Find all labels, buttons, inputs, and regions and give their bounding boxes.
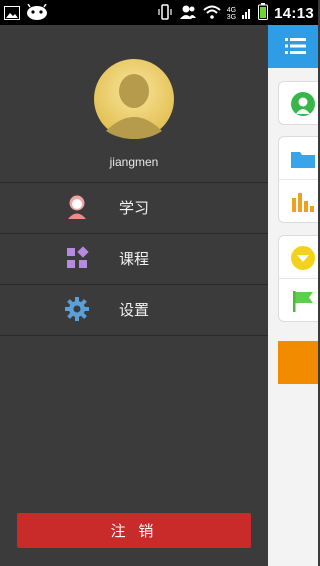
battery-icon	[258, 3, 269, 24]
folder-icon	[291, 147, 315, 171]
menu-item-label: 设置	[119, 301, 150, 319]
menu-list-icon[interactable]	[285, 37, 307, 59]
person-icon	[291, 92, 315, 116]
bar-chart-icon	[291, 190, 315, 214]
contacts-icon	[179, 4, 197, 24]
android-icon	[26, 3, 48, 24]
logout-button[interactable]: 注 销	[17, 513, 251, 548]
navigation-drawer: jiangmen 学习 课程 设置 注 销	[0, 25, 268, 566]
wifi-icon	[203, 4, 221, 23]
avatar[interactable]	[94, 59, 174, 139]
status-bar: 4G 3G 14:13	[0, 0, 318, 25]
username: jiangmen	[109, 155, 159, 169]
download-icon	[291, 246, 315, 270]
card-row[interactable]	[279, 236, 318, 279]
network-bottom-label: 3G	[226, 13, 237, 21]
vibrate-icon	[157, 3, 173, 24]
flag-icon	[291, 289, 315, 313]
accent-block[interactable]	[278, 341, 318, 384]
menu-item-label: 学习	[119, 199, 150, 217]
clock: 14:13	[274, 5, 314, 22]
card-resources	[278, 136, 318, 223]
gallery-icon	[4, 5, 20, 24]
menu-item-label: 课程	[119, 250, 150, 268]
card-profile	[278, 81, 318, 125]
card-row[interactable]	[279, 82, 318, 124]
courses-icon	[64, 245, 90, 271]
network-type: 4G 3G	[227, 7, 236, 21]
menu-item-settings[interactable]: 设置	[0, 285, 268, 336]
app-header	[268, 25, 318, 68]
network-top-label: 4G	[226, 6, 237, 14]
signal-icon	[242, 4, 252, 23]
main-content	[268, 25, 318, 566]
card-actions	[278, 235, 318, 322]
card-row[interactable]	[279, 180, 318, 222]
card-row[interactable]	[279, 137, 318, 180]
card-row[interactable]	[279, 279, 318, 321]
menu-item-courses[interactable]: 课程	[0, 234, 268, 285]
settings-icon	[64, 296, 90, 322]
menu-item-study[interactable]: 学习	[0, 183, 268, 234]
study-icon	[64, 194, 90, 220]
